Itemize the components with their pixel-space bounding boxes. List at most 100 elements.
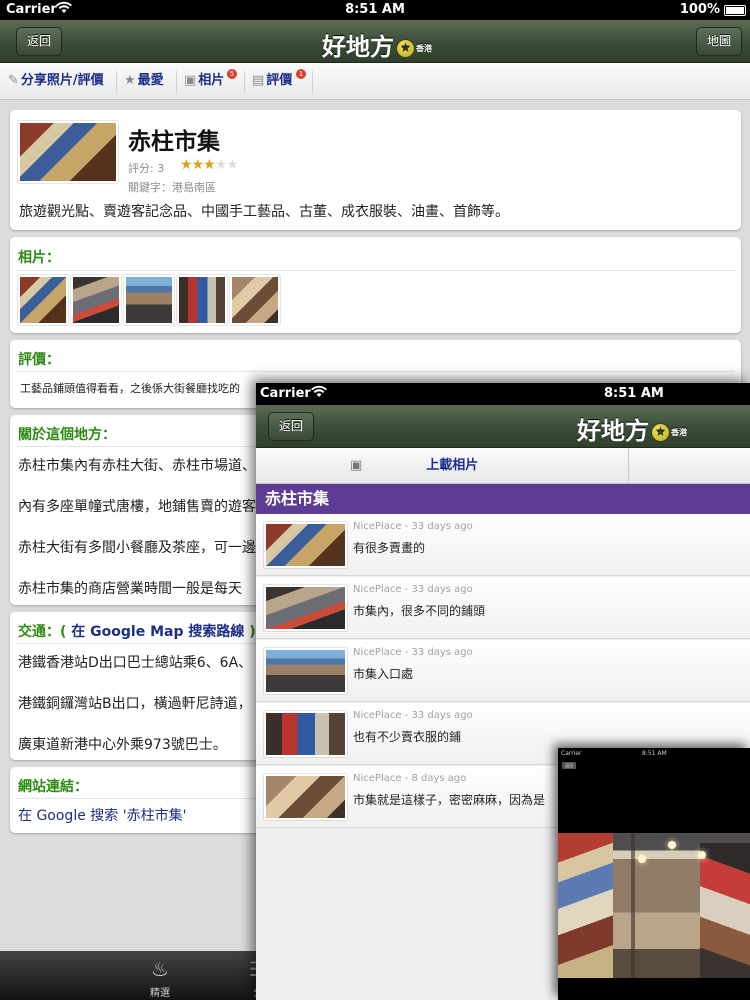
back-button[interactable]: 返回 xyxy=(562,762,576,769)
review-text: 市集入口處 xyxy=(353,667,414,681)
review-text: 有很多賣畫的 xyxy=(353,541,426,555)
nav-bar: 返回 好地方 ★ 香港 地圖 xyxy=(0,20,750,63)
favorite-button[interactable]: ★ 最愛 xyxy=(124,63,164,100)
google-map-route-link[interactable]: 在 Google Map 搜索路線 xyxy=(71,624,244,640)
toolbar-divider xyxy=(244,71,245,92)
about-section-title: 關於這個地方： xyxy=(18,427,116,443)
upload-photo-label: 上載相片 xyxy=(426,458,479,473)
photo-thumbnail[interactable] xyxy=(71,275,121,325)
photo-thumbnail[interactable] xyxy=(124,275,174,325)
clock: 8:51 AM xyxy=(604,386,664,401)
review-photo[interactable] xyxy=(264,711,347,757)
star-filled-icon: ★ xyxy=(191,157,205,173)
google-search-link[interactable]: 在 Google 搜索 '赤柱市集' xyxy=(18,805,186,825)
market-photo[interactable] xyxy=(558,833,750,978)
back-button-label: 返回 xyxy=(279,419,304,433)
photo-thumbnail[interactable] xyxy=(177,275,227,325)
transport-title-suffix: ) xyxy=(244,624,256,640)
about-paragraph: 赤柱大街有多間小餐廳及茶座，可一邊 xyxy=(18,540,256,556)
review-row[interactable]: NicePlace - 33 days ago 市集內，很多不同的鋪頭 xyxy=(256,577,750,639)
review-meta: NicePlace - 33 days ago xyxy=(353,647,473,658)
back-button[interactable]: 返回 xyxy=(16,27,63,56)
star-empty-icon: ★ xyxy=(226,157,239,173)
toolbar-divider xyxy=(116,71,117,92)
market-stall-right xyxy=(700,843,750,978)
tab-featured[interactable]: ♨ 精選 xyxy=(130,951,190,1000)
reviews-section-title: 評價： xyxy=(18,352,60,368)
review-text: 市集內，很多不同的鋪頭 xyxy=(353,604,486,618)
reviews-count-badge: 1 xyxy=(296,69,306,79)
review-photo[interactable] xyxy=(264,522,347,568)
review-photo[interactable] xyxy=(264,585,347,631)
star-logo-icon: ★ xyxy=(396,39,415,58)
rating-label: 評分: 3 xyxy=(128,162,165,175)
edit-icon: ✎ xyxy=(8,73,19,88)
about-paragraph: 赤柱市集內有赤柱大街、赤柱市場道、 xyxy=(18,458,256,474)
lamp xyxy=(698,851,706,859)
photos-card: 相片： xyxy=(10,237,741,333)
about-paragraph: 赤柱市集的商店營業時間一般是每天 xyxy=(18,581,242,597)
photo-thumbnail[interactable] xyxy=(18,275,68,325)
upload-bar: ▣ 上載相片 xyxy=(256,448,750,484)
map-button-label: 地圖 xyxy=(707,34,732,48)
app-title-text: 好地方 xyxy=(322,33,394,61)
photo-thumbnail[interactable] xyxy=(230,275,280,325)
links-section-title: 網站連結： xyxy=(18,779,88,795)
photos-count-badge: 5 xyxy=(227,69,237,79)
market-stall-left xyxy=(558,833,613,978)
clock: 8:51 AM xyxy=(642,750,667,757)
carrier-label: Carrier xyxy=(260,386,311,401)
map-button[interactable]: 地圖 xyxy=(696,27,743,56)
keywords-label: 關鍵字：港島南區 xyxy=(128,181,216,194)
camera-icon: ▣ xyxy=(350,458,363,473)
lamp xyxy=(638,855,646,863)
share-photo-review-button[interactable]: ✎ 分享照片/評價 xyxy=(8,63,104,100)
transport-line: 港鐵香港站D出口巴士總站乘6、6A、 xyxy=(18,655,253,671)
photos-label: 相片 xyxy=(198,73,225,88)
share-label: 分享照片/評價 xyxy=(20,73,104,88)
upload-photo-button[interactable]: ▣ 上載相片 xyxy=(350,448,478,484)
carrier-label: Carrier xyxy=(561,750,582,757)
review-row[interactable]: NicePlace - 33 days ago 市集入口處 xyxy=(256,640,750,702)
battery-icon xyxy=(724,5,746,16)
star-filled-icon: ★ xyxy=(180,157,193,173)
battery-percent: 100% xyxy=(679,2,720,17)
review-text: 也有不少賣衣服的鋪 xyxy=(353,730,462,744)
back-button[interactable]: 返回 xyxy=(268,412,315,441)
app-title-sub: 香港 xyxy=(416,44,432,53)
place-header: 赤柱市集 xyxy=(256,484,750,514)
status-bar: Carrier 8:51 AM xyxy=(256,383,750,405)
review-meta: NicePlace - 33 days ago xyxy=(353,584,473,595)
speech-bubble-icon: ▤ xyxy=(252,73,265,88)
app-title: 好地方 ★ 香港 xyxy=(577,411,687,446)
photos-section-title: 相片： xyxy=(18,250,60,266)
transport-line: 港鐵銅鑼灣站B出口，橫過軒尼詩道， xyxy=(18,696,252,712)
rating-stars: ★★★★★ xyxy=(180,157,239,173)
app-title: 好地方 ★ 香港 xyxy=(322,27,432,62)
clock: 8:51 AM xyxy=(345,2,405,17)
review-photo[interactable] xyxy=(264,774,347,820)
photos-button[interactable]: ▣ 相片 xyxy=(184,63,224,100)
star-empty-icon: ★ xyxy=(214,157,228,173)
divider xyxy=(16,270,735,271)
back-button-label: 返回 xyxy=(27,34,52,48)
about-paragraph: 內有多座單幢式唐樓，地鋪售賣的遊客 xyxy=(18,499,256,515)
place-main-photo[interactable] xyxy=(18,121,118,183)
review-meta: NicePlace - 33 days ago xyxy=(353,521,473,532)
lamp xyxy=(668,841,676,849)
review-row[interactable]: NicePlace - 33 days ago 有很多賣畫的 xyxy=(256,514,750,576)
divider xyxy=(628,448,629,484)
transport-title-prefix: 交通：( xyxy=(18,624,72,640)
review-photo[interactable] xyxy=(264,648,347,694)
action-toolbar: ✎ 分享照片/評價 ★ 最愛 ▣ 相片 5 ▤ 評價 1 xyxy=(0,63,750,100)
star-icon: ★ xyxy=(124,73,136,88)
app-title-sub: 香港 xyxy=(671,428,687,437)
reviews-button[interactable]: ▤ 評價 xyxy=(252,63,292,100)
wifi-icon xyxy=(311,385,327,403)
star-filled-icon: ★ xyxy=(203,157,216,173)
photo-viewer-overlay: Carrier 8:51 AM 返回 xyxy=(558,748,750,1000)
toolbar-divider xyxy=(176,71,177,92)
transport-line: 廣東道新港中心外乘973號巴士。 xyxy=(18,737,227,753)
place-header-card: 赤柱市集 評分: 3 ★★★★★ 關鍵字：港島南區 旅遊觀光點、賣遊客記念品、中… xyxy=(10,110,741,230)
review-snippet[interactable]: 工藝品鋪頭值得看看，之後係大街餐廳找吃的 xyxy=(20,380,240,396)
